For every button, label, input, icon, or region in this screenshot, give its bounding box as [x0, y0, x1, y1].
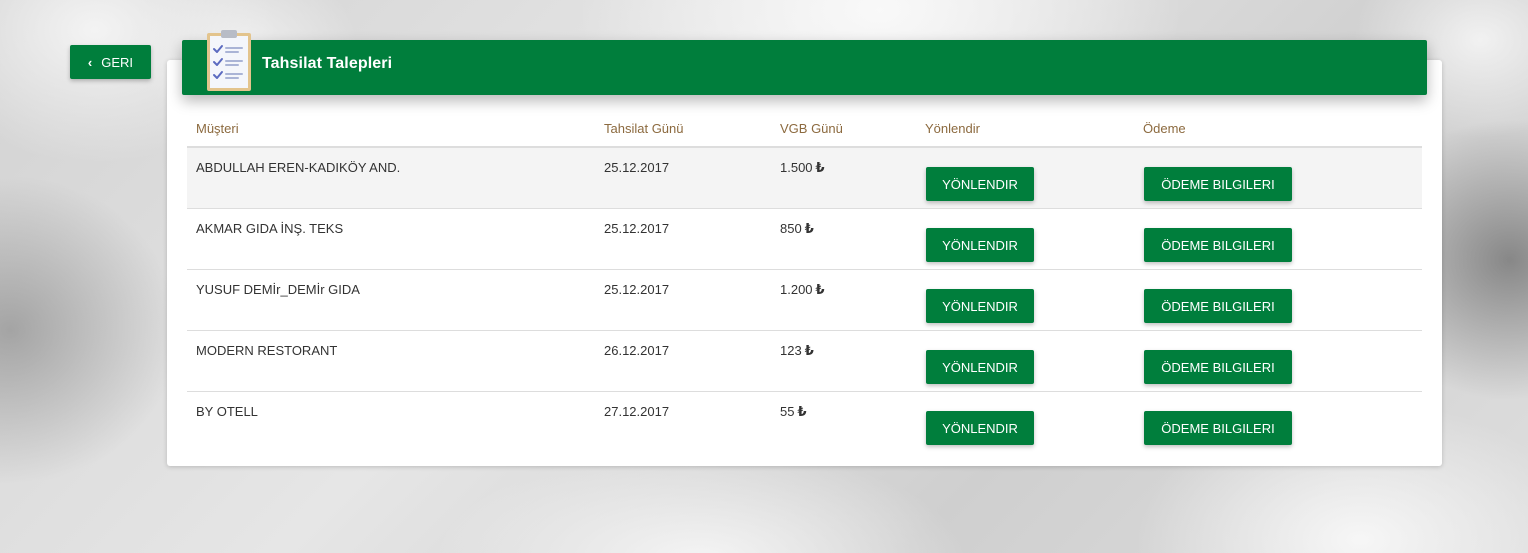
collection-day-cell: 25.12.2017: [604, 160, 670, 175]
table-row: AKMAR GIDA İNŞ. TEKS 25.12.2017 850 ₺ YÖN…: [187, 209, 1422, 270]
payment-info-button[interactable]: ÖDEME BILGILERI: [1144, 289, 1292, 323]
lira-symbol: ₺: [815, 160, 825, 175]
collection-day-cell: 26.12.2017: [604, 343, 670, 358]
payment-info-button[interactable]: ÖDEME BILGILERI: [1144, 167, 1292, 201]
customer-cell: MODERN RESTORANT: [196, 343, 338, 358]
column-header-vgb-day: VGB Günü: [780, 121, 843, 136]
collection-day-cell: 25.12.2017: [604, 221, 670, 236]
card-header: Tahsilat Talepleri: [182, 30, 1427, 95]
table-row: BY OTELL 27.12.2017 55 ₺ YÖNLENDIR ÖDEME …: [187, 392, 1422, 452]
table-row: MODERN RESTORANT 26.12.2017 123 ₺ YÖNLEND…: [187, 331, 1422, 392]
collection-day-cell: 27.12.2017: [604, 404, 670, 419]
column-header-payment: Ödeme: [1143, 121, 1186, 136]
table-header-row: Müşteri Tahsilat Günü VGB Günü Yönlendir…: [187, 115, 1422, 148]
amount-value: 123: [780, 343, 802, 358]
route-button[interactable]: YÖNLENDIR: [926, 167, 1034, 201]
back-button-label: GERI: [101, 54, 134, 70]
amount-cell: 1.200 ₺: [780, 282, 825, 298]
customer-cell: BY OTELL: [196, 404, 258, 419]
amount-cell: 850 ₺: [780, 221, 814, 237]
column-header-route: Yönlendir: [925, 121, 980, 136]
lira-symbol: ₺: [815, 282, 825, 297]
clipboard-checklist-icon: [204, 29, 254, 95]
amount-cell: 55 ₺: [780, 404, 807, 420]
table-row: YUSUF DEMİr_DEMİr GIDA 25.12.2017 1.200 ₺…: [187, 270, 1422, 331]
customer-cell: AKMAR GIDA İNŞ. TEKS: [196, 221, 344, 236]
amount-value: 1.200: [780, 282, 813, 297]
payment-info-button[interactable]: ÖDEME BILGILERI: [1144, 411, 1292, 445]
column-header-customer: Müşteri: [196, 121, 239, 136]
lira-symbol: ₺: [797, 404, 807, 419]
lira-symbol: ₺: [804, 221, 814, 236]
amount-value: 1.500: [780, 160, 813, 175]
route-button[interactable]: YÖNLENDIR: [926, 411, 1034, 445]
chevron-left-icon: ‹: [87, 54, 93, 70]
payment-info-button[interactable]: ÖDEME BILGILERI: [1144, 228, 1292, 262]
collection-day-cell: 25.12.2017: [604, 282, 670, 297]
route-button[interactable]: YÖNLENDIR: [926, 289, 1034, 323]
page-title: Tahsilat Talepleri: [262, 55, 393, 72]
route-button[interactable]: YÖNLENDIR: [926, 350, 1034, 384]
amount-cell: 1.500 ₺: [780, 160, 825, 176]
table-row: ABDULLAH EREN-KADIKÖY AND. 25.12.2017 1.…: [187, 148, 1422, 209]
collection-requests-table: Müşteri Tahsilat Günü VGB Günü Yönlendir…: [187, 115, 1422, 452]
customer-cell: YUSUF DEMİr_DEMİr GIDA: [196, 282, 360, 297]
customer-cell: ABDULLAH EREN-KADIKÖY AND.: [196, 160, 401, 175]
amount-value: 850: [780, 221, 802, 236]
route-button[interactable]: YÖNLENDIR: [926, 228, 1034, 262]
column-header-collection-day: Tahsilat Günü: [604, 121, 684, 136]
lira-symbol: ₺: [804, 343, 814, 358]
payment-info-button[interactable]: ÖDEME BILGILERI: [1144, 350, 1292, 384]
back-button[interactable]: ‹ GERI: [70, 45, 151, 79]
amount-cell: 123 ₺: [780, 343, 814, 359]
amount-value: 55: [780, 404, 795, 419]
